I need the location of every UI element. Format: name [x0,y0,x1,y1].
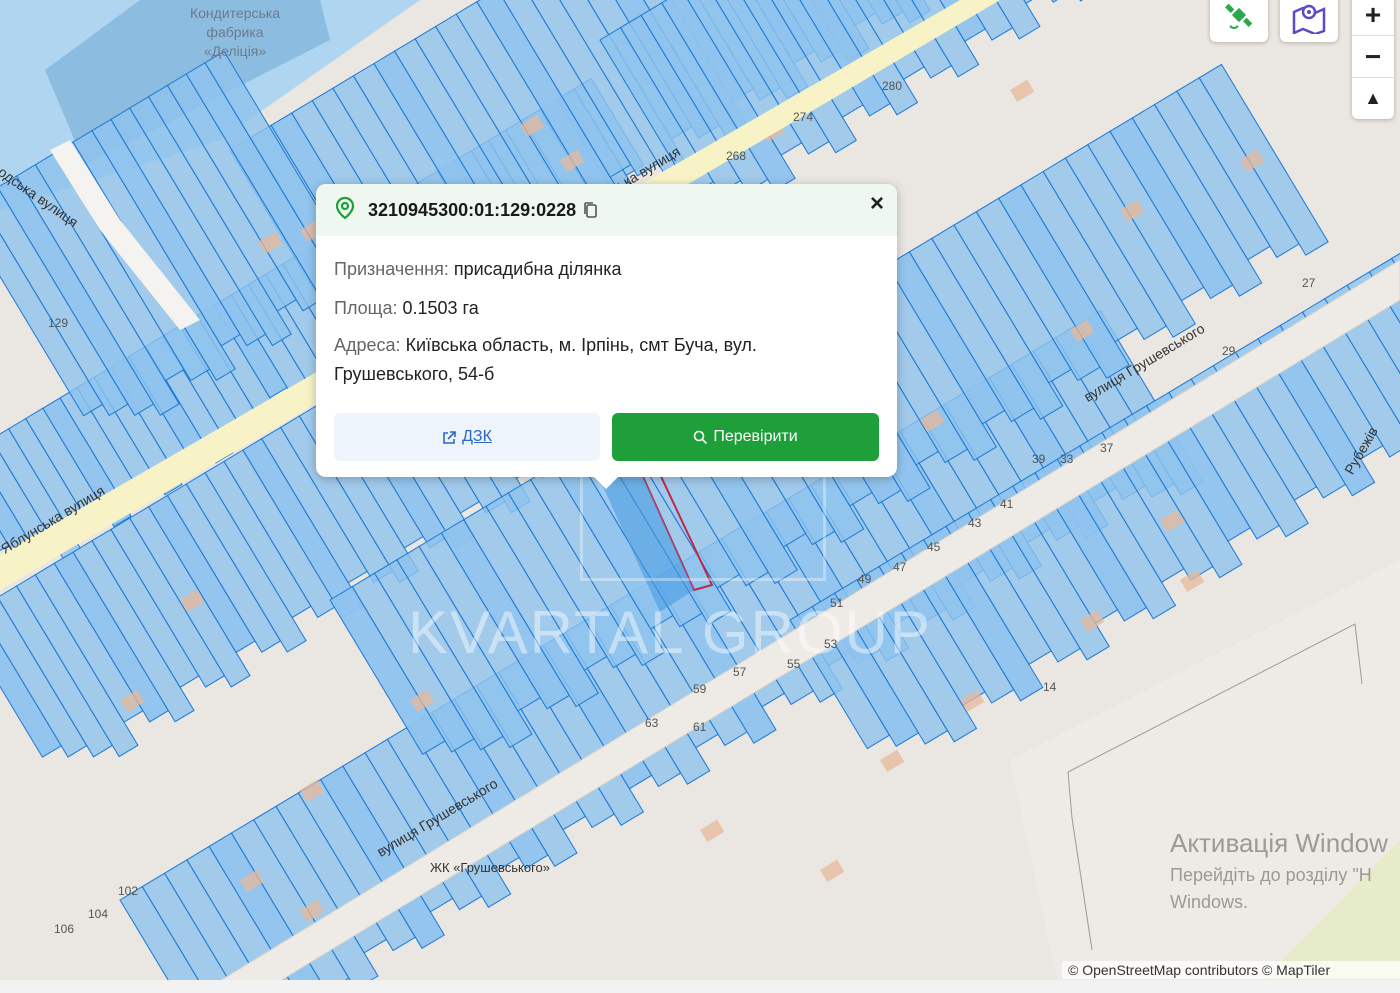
purpose-value: присадибна ділянка [453,259,622,279]
map-layer-button[interactable] [1280,0,1338,42]
house-number: 61 [693,720,707,734]
house-number: 57 [733,665,747,679]
factory-label-line: фабрика [206,24,264,40]
location-pin-icon [334,196,356,225]
house-number: 102 [118,884,139,898]
house-number: 43 [968,516,982,530]
activation-title: Активація Window [1170,828,1388,858]
area-row: Площа: 0.1503 га [334,294,479,323]
satellite-layer-button[interactable] [1210,0,1268,42]
house-number: 29 [1222,344,1236,358]
house-number: 39 [1032,452,1046,466]
satellite-icon [1210,0,1268,42]
house-number: 53 [824,637,838,651]
house-number: 104 [88,907,109,921]
house-number: 41 [1000,497,1014,511]
map-attribution[interactable]: © OpenStreetMap contributors © MapTiler [1062,961,1400,979]
popup-header: 3210945300:01:129:0228 [316,184,897,236]
house-number: 268 [726,149,747,163]
map-icon [1280,0,1338,42]
house-number: 51 [830,596,844,610]
dzk-button[interactable]: ДЗК [334,413,600,461]
zoom-out-button[interactable]: − [1352,36,1394,78]
house-number: 63 [645,716,659,730]
factory-label: Кондитерська фабрика «Деліція» [160,4,310,61]
zoom-in-button[interactable]: + [1352,0,1394,36]
taskbar [0,980,1400,993]
cadastral-number: 3210945300:01:129:0228 [368,199,577,220]
external-link-icon [442,430,457,445]
house-number: 274 [793,110,814,124]
house-number: 47 [893,560,907,574]
copy-icon[interactable] [582,201,598,219]
house-number: 49 [858,572,872,586]
zoom-control: + − ▲ [1352,0,1394,119]
house-number: 33 [1060,452,1074,466]
area-label: Площа: [334,298,398,318]
area-value: 0.1503 га [402,298,479,318]
complex-label: ЖК «Грушевського» [430,860,550,875]
purpose-row: Призначення: присадибна ділянка [334,255,621,284]
watermark-text: KVARTAL GROUP [408,599,932,666]
address-label: Адреса: [334,335,401,355]
house-number: 37 [1100,441,1114,455]
activation-line: Windows. [1170,892,1249,912]
check-button[interactable]: Перевірити [612,413,879,461]
compass-button[interactable]: ▲ [1352,78,1394,119]
address-row: Адреса: Київська область, м. Ірпінь, смт… [334,331,834,389]
house-number: 14 [1043,680,1057,694]
purpose-label: Призначення: [334,259,449,279]
house-number: 129 [48,316,69,330]
dzk-button-label: ДЗК [462,428,492,445]
house-number: 27 [1302,276,1316,290]
house-number: 280 [882,79,903,93]
windows-activation-overlay: Активація Window Перейдіть до розділу "Н… [1170,828,1388,913]
factory-label-line: «Деліція» [203,43,267,59]
search-icon [693,430,708,445]
factory-label-line: Кондитерська [189,5,280,21]
house-number: 106 [54,922,75,936]
check-button-label: Перевірити [713,428,798,445]
house-number: 59 [693,682,707,696]
house-number: 45 [927,540,941,554]
parcel-popup: 3210945300:01:129:0228 × Призначення: пр… [316,184,897,489]
house-number: 55 [787,657,801,671]
activation-line: Перейдіть до розділу "Н [1170,865,1372,885]
close-icon[interactable]: × [865,192,889,216]
